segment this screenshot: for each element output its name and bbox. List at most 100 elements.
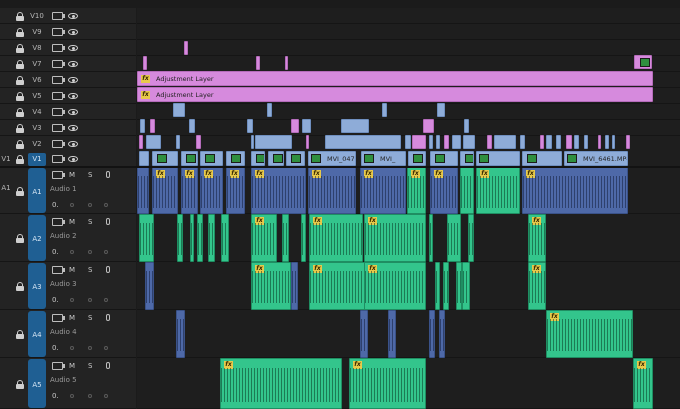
audio-clip[interactable]: fx	[226, 167, 245, 214]
eye-icon[interactable]	[68, 13, 78, 19]
keyframe-add-icon[interactable]	[88, 298, 92, 302]
audio-clip[interactable]: fx	[309, 262, 369, 310]
clip[interactable]	[612, 135, 615, 149]
lock-icon[interactable]	[16, 43, 24, 54]
clip[interactable]	[429, 135, 433, 149]
track-target-v7[interactable]: V7	[28, 58, 46, 71]
v1-clip[interactable]: MVI_6461.MP4 [V]	[564, 151, 628, 166]
audio-clip[interactable]: fx	[364, 214, 426, 262]
clip[interactable]	[196, 135, 201, 149]
audio-clip[interactable]	[360, 310, 368, 358]
audio-clip[interactable]	[460, 167, 474, 214]
adjustment-clip[interactable]	[143, 56, 147, 70]
clip[interactable]	[189, 119, 195, 133]
adjustment-clip[interactable]	[256, 56, 260, 70]
sync-lock-icon[interactable]	[52, 218, 65, 226]
eye-icon[interactable]	[68, 125, 78, 131]
clip[interactable]	[341, 119, 369, 133]
v1-clip[interactable]	[460, 151, 474, 166]
eye-icon[interactable]	[68, 29, 78, 35]
track-target-v6[interactable]: V6	[28, 74, 46, 87]
clip[interactable]	[452, 135, 461, 149]
keyframe-prev-icon[interactable]	[70, 250, 74, 254]
mute-button[interactable]: M	[69, 217, 75, 227]
microphone-icon[interactable]	[106, 362, 110, 369]
audio-clip[interactable]: fx	[360, 167, 406, 214]
audio-clip[interactable]: fx	[251, 262, 291, 310]
audio-clip[interactable]: fx	[407, 167, 426, 214]
clip[interactable]	[487, 135, 492, 149]
clip[interactable]	[520, 135, 525, 149]
sync-lock-icon[interactable]	[52, 108, 65, 116]
clip[interactable]	[176, 135, 180, 149]
audio-clip[interactable]	[139, 214, 154, 262]
v1-clip[interactable]	[268, 151, 284, 166]
clip[interactable]	[302, 119, 311, 133]
clip[interactable]	[436, 135, 440, 149]
v1-clip[interactable]	[200, 151, 223, 166]
video-clip[interactable]	[267, 103, 272, 117]
audio-clip[interactable]	[447, 214, 461, 262]
clip[interactable]	[325, 135, 401, 149]
keyframe-add-icon[interactable]	[88, 250, 92, 254]
track-target-v10[interactable]: V10	[28, 10, 46, 23]
clip[interactable]	[574, 135, 579, 149]
track-target-v8[interactable]: V8	[28, 42, 46, 55]
audio-clip[interactable]: fx	[528, 214, 546, 262]
clip[interactable]	[626, 135, 630, 149]
clip[interactable]	[306, 135, 309, 149]
clip[interactable]	[556, 135, 561, 149]
track-target-v5[interactable]: V5	[28, 90, 46, 103]
audio-clip[interactable]	[221, 214, 229, 262]
audio-clip[interactable]	[388, 310, 396, 358]
source-patch-v1[interactable]: V1	[0, 154, 12, 164]
v1-clip[interactable]	[286, 151, 305, 166]
audio-clip[interactable]: fx	[200, 167, 223, 214]
v1-clip[interactable]: MVI_047	[308, 151, 356, 166]
mute-button[interactable]: M	[69, 313, 75, 323]
video-lane-v4[interactable]	[137, 104, 680, 120]
video-lane-v3[interactable]	[137, 120, 680, 136]
audio-clip[interactable]	[177, 214, 183, 262]
mute-button[interactable]: M	[69, 361, 75, 371]
sync-lock-icon[interactable]	[52, 171, 65, 179]
audio-clip[interactable]: fx	[309, 214, 363, 262]
lock-icon[interactable]	[16, 11, 24, 22]
solo-button[interactable]: S	[88, 170, 92, 180]
microphone-icon[interactable]	[106, 266, 110, 273]
lock-icon[interactable]	[16, 59, 24, 70]
lock-icon[interactable]	[16, 107, 24, 118]
sync-lock-icon[interactable]	[52, 140, 65, 148]
eye-icon[interactable]	[68, 109, 78, 115]
audio-clip[interactable]	[145, 262, 154, 310]
lock-icon[interactable]	[16, 330, 24, 340]
microphone-icon[interactable]	[106, 218, 110, 225]
v1-clip[interactable]	[430, 151, 458, 166]
lock-icon[interactable]	[16, 91, 24, 102]
audio-clip[interactable]: fx	[528, 262, 546, 310]
keyframe-next-icon[interactable]	[104, 250, 108, 254]
video-clip[interactable]	[382, 103, 387, 117]
clip[interactable]	[566, 135, 572, 149]
clip[interactable]	[247, 119, 253, 133]
audio-clip[interactable]	[429, 310, 435, 358]
keyframe-next-icon[interactable]	[104, 203, 108, 207]
clip[interactable]	[444, 135, 449, 149]
sync-lock-icon[interactable]	[52, 92, 65, 100]
v1-clip[interactable]	[522, 151, 562, 166]
sync-lock-icon[interactable]	[52, 76, 65, 84]
sync-lock-icon[interactable]	[52, 314, 65, 322]
keyframe-prev-icon[interactable]	[70, 346, 74, 350]
clip[interactable]	[405, 135, 411, 149]
track-target-a4[interactable]: A4	[28, 311, 46, 357]
audio-clip[interactable]	[208, 214, 215, 262]
lock-icon[interactable]	[16, 186, 24, 197]
keyframe-prev-icon[interactable]	[70, 298, 74, 302]
clip[interactable]	[291, 119, 299, 133]
lock-icon[interactable]	[16, 282, 24, 292]
solo-button[interactable]: S	[88, 217, 92, 227]
clip[interactable]	[584, 135, 588, 149]
adjustment-clip[interactable]	[184, 41, 188, 55]
audio-clip[interactable]	[197, 214, 203, 262]
sync-lock-icon[interactable]	[52, 155, 65, 163]
